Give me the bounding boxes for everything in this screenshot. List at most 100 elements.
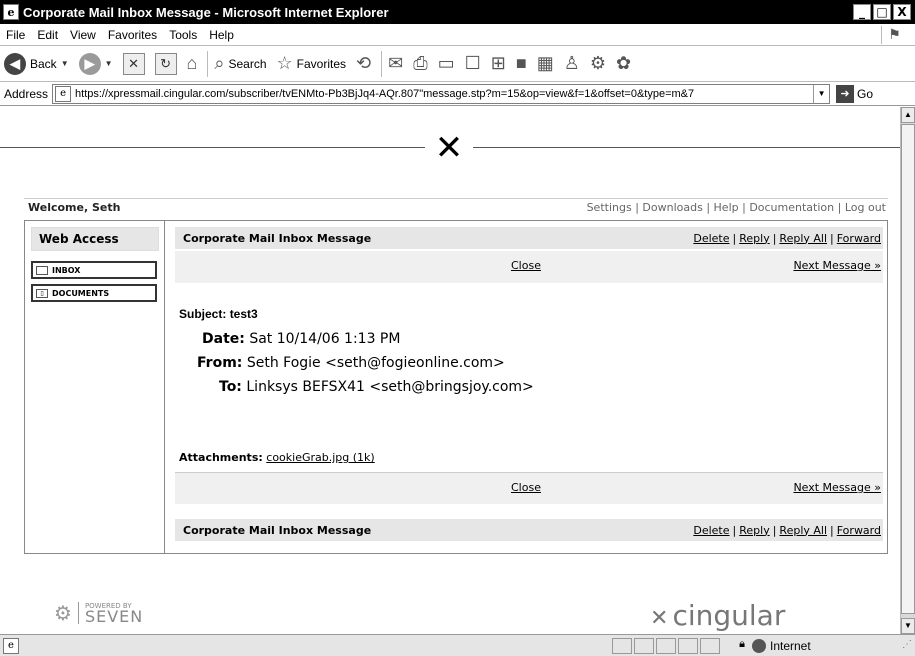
star-icon: ☆ xyxy=(276,53,293,73)
sidebar: Web Access INBOX ▯ DOCUMENTS xyxy=(25,221,165,553)
search-button[interactable]: ⌕ Search xyxy=(214,53,266,74)
cingular-footer-logo: ✕ cingular xyxy=(650,599,785,632)
menu-tools[interactable]: Tools xyxy=(163,28,203,42)
next-message-link[interactable]: Next Message » xyxy=(793,259,881,272)
help-link[interactable]: Help xyxy=(714,201,739,214)
message-bar-title: Corporate Mail Inbox Message xyxy=(183,231,372,245)
menu-file[interactable]: File xyxy=(0,28,31,42)
edit-icon[interactable]: ▭ xyxy=(438,53,455,74)
back-label: Back xyxy=(30,56,57,71)
message-footer-bar: Corporate Mail Inbox Message Delete | Repl… xyxy=(175,519,883,541)
mail-icon[interactable]: ✉ xyxy=(388,53,403,74)
status-cell xyxy=(700,638,720,654)
window-title: Corporate Mail Inbox Message - Microsoft… xyxy=(23,4,389,20)
message-bar-title: Corporate Mail Inbox Message xyxy=(183,523,372,537)
page-status-icon: e xyxy=(3,637,19,654)
attachments-row: Attachments: cookieGrab.jpg (1k) xyxy=(179,451,375,464)
to-row: To: Linksys BEFSX41 <seth@bringsjoy.com> xyxy=(219,379,534,395)
close-link[interactable]: Close xyxy=(511,481,541,494)
scroll-up-icon[interactable]: ▲ xyxy=(901,107,915,123)
menu-view[interactable]: View xyxy=(64,28,102,42)
address-input[interactable]: e https://xpressmail.cingular.com/subscr… xyxy=(52,83,831,104)
attachments-label: Attachments: xyxy=(179,451,263,464)
menu-favorites[interactable]: Favorites xyxy=(102,28,163,42)
window-titlebar: e Corporate Mail Inbox Message - Microso… xyxy=(0,0,915,24)
reply-link[interactable]: Reply xyxy=(739,524,769,537)
extension-icon[interactable]: ✿ xyxy=(616,53,631,74)
powered-by-seven-logo: ⚙ POWERED BY SEVEN xyxy=(54,601,143,625)
toolbar-divider xyxy=(381,50,383,77)
welcome-bar: Welcome, Seth Settings | Downloads | Hel… xyxy=(24,198,888,216)
go-button[interactable]: ➜ Go xyxy=(836,84,873,103)
from-label: From: xyxy=(197,355,243,371)
search-icon: ⌕ xyxy=(214,53,225,73)
media-icon[interactable]: ▦ xyxy=(537,53,554,74)
next-message-link[interactable]: Next Message » xyxy=(793,481,881,494)
delete-link[interactable]: Delete xyxy=(693,524,729,537)
resize-grip-icon[interactable]: ⋰ xyxy=(902,639,912,650)
seven-logo-icon: ⚙ xyxy=(54,601,72,625)
history-icon[interactable]: ⟲ xyxy=(356,53,371,74)
attachment-link[interactable]: cookieGrab.jpg (1k) xyxy=(266,451,374,464)
cingular-jack-icon: ✕ xyxy=(650,606,669,631)
address-url[interactable]: https://xpressmail.cingular.com/subscrib… xyxy=(75,88,813,100)
home-icon[interactable]: ⌂ xyxy=(187,53,198,74)
to-label: To: xyxy=(219,379,242,395)
window-controls: _ □ X xyxy=(853,4,911,20)
close-button[interactable]: X xyxy=(893,4,911,20)
documentation-link[interactable]: Documentation xyxy=(749,201,834,214)
scroll-down-icon[interactable]: ▼ xyxy=(901,618,915,634)
message-actions: Delete | Reply | Reply All | Forward xyxy=(693,231,881,245)
security-zone[interactable]: Internet xyxy=(752,637,811,655)
sidebar-item-documents[interactable]: ▯ DOCUMENTS xyxy=(31,284,157,302)
research-icon[interactable]: ⊞ xyxy=(491,53,506,74)
maximize-button[interactable]: □ xyxy=(873,4,891,20)
powered-by-text: POWERED BY SEVEN xyxy=(85,602,143,625)
forward-button[interactable]: ▶ ▼ xyxy=(78,52,113,75)
sidebar-heading: Web Access xyxy=(31,227,159,251)
status-bar: e 🔒︎ Internet ⋰ xyxy=(0,634,915,656)
discuss-icon[interactable]: ☐ xyxy=(465,53,481,74)
sidebar-item-inbox[interactable]: INBOX xyxy=(31,261,157,279)
back-dropdown-icon[interactable]: ▼ xyxy=(61,59,69,68)
forward-link[interactable]: Forward xyxy=(837,524,881,537)
reply-all-link[interactable]: Reply All xyxy=(779,524,827,537)
minimize-button[interactable]: _ xyxy=(853,4,871,20)
messenger-icon[interactable]: ■ xyxy=(516,53,527,74)
logout-link[interactable]: Log out xyxy=(845,201,886,214)
downloads-link[interactable]: Downloads xyxy=(642,201,702,214)
close-link[interactable]: Close xyxy=(511,259,541,272)
vertical-scrollbar[interactable]: ▲ ▼ xyxy=(900,107,915,634)
print-icon[interactable]: ⎙ xyxy=(413,53,427,74)
message-header-bar: Corporate Mail Inbox Message Delete | Repl… xyxy=(175,227,883,249)
menu-edit[interactable]: Edit xyxy=(31,28,64,42)
address-label: Address xyxy=(4,86,49,101)
stop-icon[interactable]: ✕ xyxy=(122,52,145,75)
delete-link[interactable]: Delete xyxy=(693,232,729,245)
date-value: Sat 10/14/06 1:13 PM xyxy=(249,331,401,347)
subject-row: Subject: test3 xyxy=(179,307,258,321)
reply-link[interactable]: Reply xyxy=(739,232,769,245)
forward-link[interactable]: Forward xyxy=(837,232,881,245)
favorites-button[interactable]: ☆ Favorites xyxy=(277,53,347,74)
people-icon[interactable]: ♙ xyxy=(564,53,580,74)
scroll-thumb[interactable] xyxy=(901,124,915,614)
zone-label: Internet xyxy=(770,639,811,653)
settings-link[interactable]: Settings xyxy=(587,201,632,214)
main-panel: Web Access INBOX ▯ DOCUMENTS Corporate M… xyxy=(24,220,888,554)
menu-help[interactable]: Help xyxy=(203,28,240,42)
back-button[interactable]: ◀ Back ▼ xyxy=(4,52,69,75)
status-cell xyxy=(634,638,654,654)
lock-icon[interactable]: 🔒︎ xyxy=(735,638,749,654)
sidebar-item-label: INBOX xyxy=(52,265,81,275)
favorites-label: Favorites xyxy=(296,56,347,71)
reply-all-link[interactable]: Reply All xyxy=(779,232,827,245)
status-cell xyxy=(612,638,632,654)
search-label: Search xyxy=(228,56,267,71)
refresh-icon[interactable]: ↻ xyxy=(154,52,177,75)
settings-icon[interactable]: ⚙ xyxy=(590,53,606,74)
back-arrow-icon: ◀ xyxy=(4,52,26,75)
address-dropdown-icon[interactable]: ▼ xyxy=(813,84,829,103)
forward-dropdown-icon[interactable]: ▼ xyxy=(105,59,113,68)
top-links: Settings | Downloads | Help | Documentat… xyxy=(586,201,886,214)
